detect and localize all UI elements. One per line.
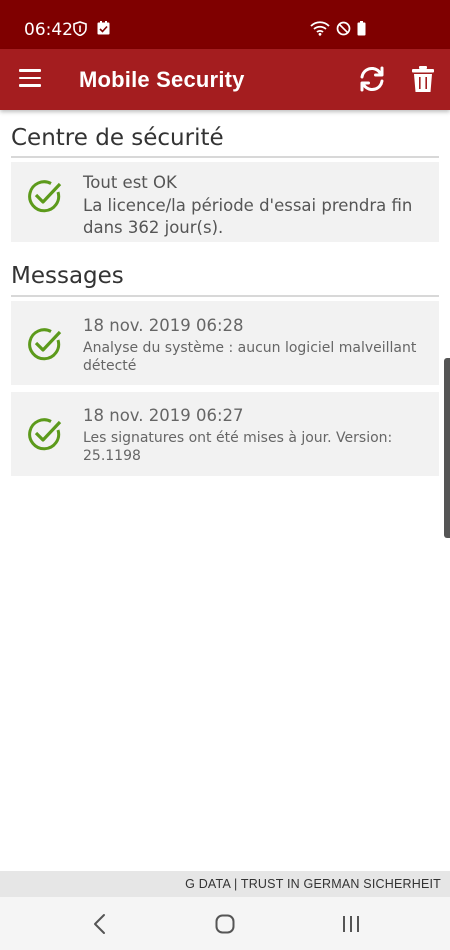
status-title: Tout est OK: [83, 173, 177, 192]
message-date: 18 nov. 2019 06:28: [83, 316, 244, 335]
battery-icon: [357, 20, 366, 36]
recents-icon[interactable]: [336, 911, 366, 937]
home-icon[interactable]: [210, 911, 240, 937]
status-icons-right: [310, 20, 366, 36]
check-circle-icon: [28, 180, 62, 213]
footer: G DATA | TRUST IN GERMAN SICHERHEIT: [0, 871, 450, 897]
message-date: 18 nov. 2019 06:27: [83, 406, 244, 425]
status-icons-left: [73, 21, 110, 36]
footer-tagline: G DATA | TRUST IN GERMAN SICHERHEIT: [185, 877, 441, 891]
message-item[interactable]: 18 nov. 2019 06:28 Analyse du système : …: [11, 301, 439, 385]
trash-icon[interactable]: [410, 64, 436, 94]
app-bar: Mobile Security: [0, 49, 450, 110]
message-text: Analyse du système : aucun logiciel malv…: [83, 340, 417, 374]
checkbox-icon: [97, 21, 110, 36]
message-item[interactable]: 18 nov. 2019 06:27 Les signatures ont ét…: [11, 392, 439, 476]
shield-icon: [73, 21, 87, 36]
check-circle-icon: [28, 328, 62, 361]
status-card[interactable]: Tout est OK La licence/la période d'essa…: [11, 162, 439, 242]
app-screen: 06:42 Mobile Security Centre de sécurité…: [0, 0, 450, 950]
check-circle-icon: [28, 418, 62, 451]
do-not-disturb-icon: [336, 21, 351, 36]
status-bar: 06:42: [0, 0, 450, 49]
scrollbar[interactable]: [444, 358, 450, 538]
section-title-security-centre: Centre de sécurité: [11, 125, 224, 151]
wifi-icon: [310, 20, 330, 36]
status-time: 06:42: [24, 20, 73, 40]
section-title-messages: Messages: [11, 263, 124, 289]
message-text: Les signatures ont été mises à jour. Ver…: [83, 430, 393, 464]
back-icon[interactable]: [85, 911, 115, 937]
system-nav-bar: [0, 897, 450, 950]
license-info: La licence/la période d'essai prendra fi…: [83, 196, 413, 237]
app-title: Mobile Security: [79, 67, 245, 92]
divider: [11, 156, 439, 158]
divider: [11, 295, 439, 297]
refresh-icon[interactable]: [357, 64, 387, 94]
menu-icon[interactable]: [19, 69, 43, 89]
